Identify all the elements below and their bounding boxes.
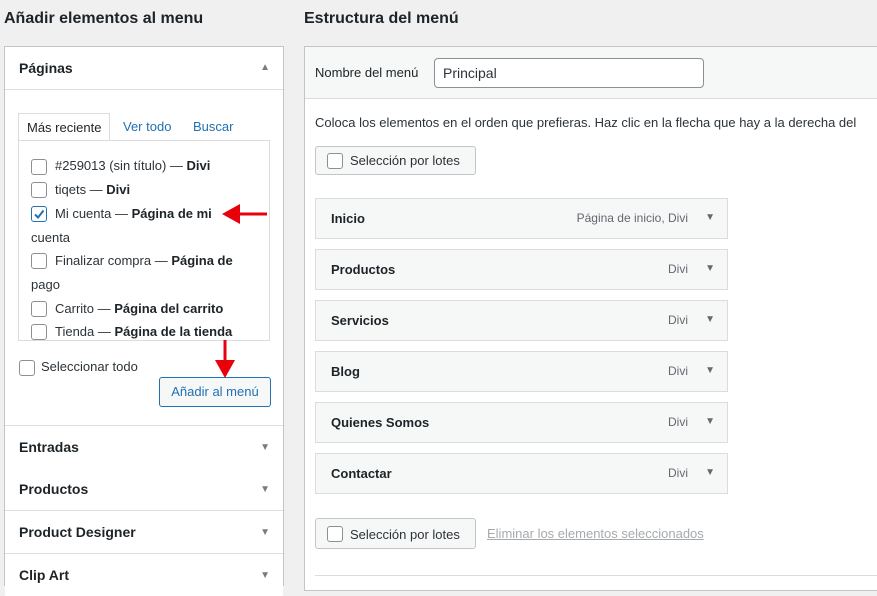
bulk-select-label: Selección por lotes bbox=[350, 153, 460, 168]
section-productos-header[interactable]: Productos ▼ bbox=[5, 468, 283, 511]
menu-item-title: Quienes Somos bbox=[331, 415, 430, 430]
chevron-down-icon[interactable]: ▼ bbox=[705, 416, 715, 427]
chevron-down-icon[interactable]: ▼ bbox=[705, 365, 715, 376]
menu-item-title: Contactar bbox=[331, 466, 392, 481]
page-checkbox[interactable] bbox=[31, 301, 47, 317]
check-icon bbox=[34, 209, 45, 220]
section-label: Clip Art bbox=[19, 567, 70, 583]
pages-tabs: Más reciente Ver todo Buscar bbox=[18, 113, 270, 142]
chevron-down-icon[interactable]: ▼ bbox=[705, 212, 715, 223]
tab-search[interactable]: Buscar bbox=[193, 113, 233, 140]
menu-name-input[interactable] bbox=[434, 58, 704, 88]
section-label: Entradas bbox=[19, 439, 79, 455]
bulk-select-button-bottom[interactable]: Selección por lotes bbox=[315, 518, 476, 549]
bulk-select-checkbox[interactable] bbox=[327, 526, 343, 542]
section-entradas-header[interactable]: Entradas ▼ bbox=[5, 425, 283, 469]
menu-item-blog[interactable]: Blog Divi ▼ bbox=[315, 351, 728, 392]
bulk-select-checkbox[interactable] bbox=[327, 153, 343, 169]
chevron-down-icon[interactable]: ▼ bbox=[260, 570, 270, 581]
menu-item-title: Productos bbox=[331, 262, 396, 277]
section-label: Product Designer bbox=[19, 524, 136, 540]
menu-item-title: Servicios bbox=[331, 313, 389, 328]
menu-item-title: Inicio bbox=[331, 211, 365, 226]
bulk-select-label: Selección por lotes bbox=[350, 527, 460, 542]
menu-item-meta: Página de inicio, Divi bbox=[576, 211, 688, 225]
section-label: Productos bbox=[19, 481, 89, 497]
list-item: Carrito — Página del carrito bbox=[55, 301, 224, 316]
list-item: Mi cuenta — Página de mi bbox=[55, 206, 212, 221]
section-pages-label: Páginas bbox=[19, 60, 73, 76]
menu-instructions: Coloca los elementos en el orden que pre… bbox=[315, 115, 857, 130]
pages-checklist: #259013 (sin título) — Divi tiqets — Div… bbox=[18, 140, 270, 341]
menu-item-title: Blog bbox=[331, 364, 360, 379]
menu-item-meta: Divi bbox=[668, 415, 688, 429]
page-checkbox[interactable] bbox=[31, 182, 47, 198]
add-to-menu-button[interactable]: Añadir al menú bbox=[159, 377, 271, 407]
menu-item-meta: Divi bbox=[668, 262, 688, 276]
add-items-title: Añadir elementos al menu bbox=[4, 10, 204, 27]
chevron-down-icon[interactable]: ▼ bbox=[260, 484, 270, 495]
menu-item-contactar[interactable]: Contactar Divi ▼ bbox=[315, 453, 728, 494]
section-pages-header[interactable]: Páginas ▲ bbox=[5, 47, 283, 90]
list-item-continuation: cuenta bbox=[31, 230, 71, 245]
delete-selected-link[interactable]: Eliminar los elementos seleccionados bbox=[487, 526, 704, 541]
chevron-down-icon[interactable]: ▼ bbox=[705, 263, 715, 274]
bulk-select-button-top[interactable]: Selección por lotes bbox=[315, 146, 476, 175]
menu-item-productos[interactable]: Productos Divi ▼ bbox=[315, 249, 728, 290]
select-all-checkbox[interactable] bbox=[19, 360, 35, 376]
menu-name-label: Nombre del menú bbox=[315, 65, 419, 80]
divider bbox=[315, 575, 877, 576]
page-checkbox[interactable] bbox=[31, 159, 47, 175]
page-checkbox[interactable] bbox=[31, 253, 47, 269]
list-item: Finalizar compra — Página de bbox=[55, 253, 233, 268]
menu-structure-title: Estructura del menú bbox=[304, 10, 459, 27]
page-checkbox[interactable] bbox=[31, 324, 47, 340]
page-checkbox-checked[interactable] bbox=[31, 206, 47, 222]
list-item: #259013 (sin título) — Divi bbox=[55, 158, 211, 173]
menu-item-meta: Divi bbox=[668, 466, 688, 480]
chevron-down-icon[interactable]: ▼ bbox=[260, 527, 270, 538]
tab-view-all[interactable]: Ver todo bbox=[123, 113, 171, 140]
section-clip-art-header[interactable]: Clip Art ▼ bbox=[5, 554, 283, 596]
annotation-arrow-down-icon bbox=[215, 340, 235, 378]
menu-item-meta: Divi bbox=[668, 313, 688, 327]
chevron-down-icon[interactable]: ▼ bbox=[705, 314, 715, 325]
menu-item-quienes-somos[interactable]: Quienes Somos Divi ▼ bbox=[315, 402, 728, 443]
list-item-continuation: pago bbox=[31, 277, 60, 292]
section-product-designer-header[interactable]: Product Designer ▼ bbox=[5, 511, 283, 554]
menu-item-meta: Divi bbox=[668, 364, 688, 378]
list-item: tiqets — Divi bbox=[55, 182, 131, 197]
select-all-label: Seleccionar todo bbox=[41, 359, 138, 374]
menu-item-servicios[interactable]: Servicios Divi ▼ bbox=[315, 300, 728, 341]
chevron-down-icon[interactable]: ▼ bbox=[705, 467, 715, 478]
menu-item-inicio[interactable]: Inicio Página de inicio, Divi ▼ bbox=[315, 198, 728, 239]
chevron-down-icon[interactable]: ▼ bbox=[260, 442, 270, 453]
chevron-up-icon[interactable]: ▲ bbox=[260, 62, 270, 73]
tab-most-recent[interactable]: Más reciente bbox=[18, 113, 111, 142]
annotation-arrow-left-icon bbox=[222, 204, 267, 224]
list-item: Tienda — Página de la tienda bbox=[55, 324, 233, 339]
